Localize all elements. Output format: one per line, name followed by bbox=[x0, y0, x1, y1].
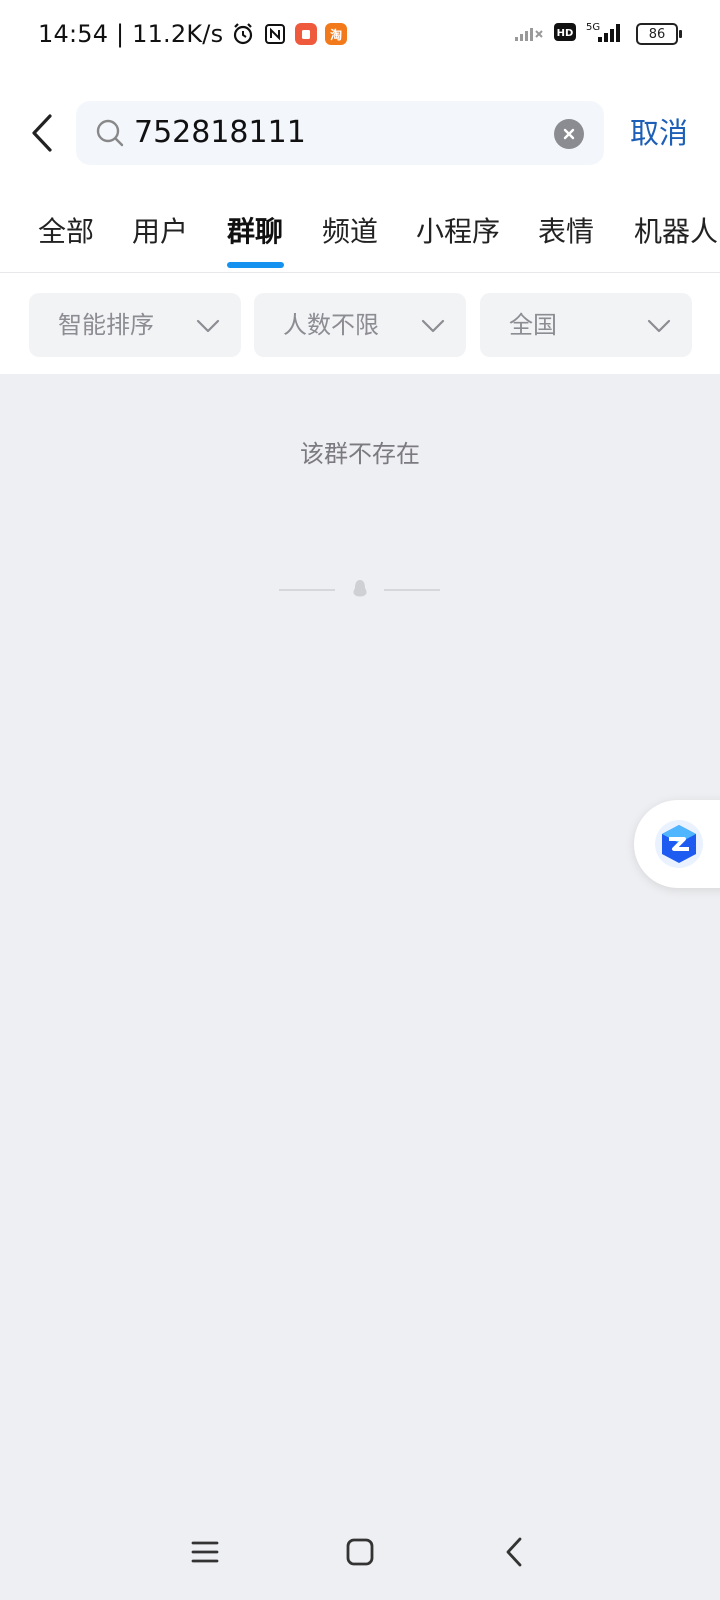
search-input[interactable] bbox=[134, 101, 534, 165]
end-divider-left bbox=[279, 589, 335, 591]
end-divider-right bbox=[384, 589, 440, 591]
tab-users[interactable]: 用户 bbox=[132, 210, 188, 250]
sort-filter-dropdown[interactable]: 智能排序 bbox=[29, 293, 241, 357]
tab-mini-programs[interactable]: 小程序 bbox=[416, 210, 500, 250]
status-left: 14:54 | 11.2K/s 淘 bbox=[38, 18, 348, 50]
chevron-down-icon bbox=[647, 319, 671, 333]
svg-text:5G: 5G bbox=[586, 22, 600, 33]
sort-filter-label: 智能排序 bbox=[58, 311, 154, 339]
search-icon bbox=[96, 119, 124, 147]
svg-text:HD: HD bbox=[557, 28, 574, 39]
status-right: HD 5G 86 bbox=[514, 20, 682, 48]
status-bar: 14:54 | 11.2K/s 淘 HD 5G 86 bbox=[0, 0, 720, 68]
tab-bots[interactable]: 机器人 bbox=[634, 210, 718, 250]
clear-search-button[interactable] bbox=[554, 119, 584, 149]
tab-stickers[interactable]: 表情 bbox=[538, 210, 594, 250]
system-navigation-bar bbox=[0, 1504, 720, 1600]
floating-assistant-button[interactable] bbox=[634, 800, 720, 888]
back-arrow-icon bbox=[32, 114, 52, 152]
cube-logo-icon bbox=[655, 820, 703, 868]
alarm-icon bbox=[231, 22, 255, 46]
chevron-down-icon bbox=[421, 319, 445, 333]
region-filter-dropdown[interactable]: 全国 bbox=[480, 293, 692, 357]
tab-channels[interactable]: 频道 bbox=[322, 210, 378, 250]
filter-bar: 智能排序 人数不限 全国 bbox=[0, 273, 720, 374]
close-icon bbox=[563, 128, 575, 140]
signal-weak-icon bbox=[514, 21, 544, 47]
recent-apps-button[interactable] bbox=[181, 1528, 229, 1576]
search-results-area: 该群不存在 bbox=[0, 374, 720, 1504]
5g-signal-icon: 5G bbox=[586, 20, 626, 48]
empty-result-message: 该群不存在 bbox=[300, 440, 420, 468]
search-box[interactable] bbox=[76, 101, 604, 165]
search-header: 取消 bbox=[0, 68, 720, 196]
battery-icon: 86 bbox=[636, 23, 682, 45]
battery-level: 86 bbox=[648, 26, 666, 42]
active-tab-indicator bbox=[227, 262, 284, 268]
member-count-filter-label: 人数不限 bbox=[283, 311, 379, 339]
back-chevron-icon bbox=[506, 1537, 522, 1567]
nfc-icon bbox=[263, 22, 287, 46]
tab-all[interactable]: 全部 bbox=[38, 210, 94, 250]
home-square-icon bbox=[346, 1538, 374, 1566]
search-category-tabs: 全部 用户 群聊 频道 小程序 表情 机器人 bbox=[0, 196, 720, 273]
system-back-button[interactable] bbox=[490, 1528, 538, 1576]
back-button[interactable] bbox=[22, 108, 62, 158]
chevron-down-icon bbox=[196, 319, 220, 333]
member-count-filter-dropdown[interactable]: 人数不限 bbox=[254, 293, 466, 357]
region-filter-label: 全国 bbox=[509, 311, 557, 339]
menu-icon bbox=[191, 1541, 219, 1563]
home-button[interactable] bbox=[336, 1528, 384, 1576]
app-badge-red-icon bbox=[295, 23, 318, 45]
tab-group-chats[interactable]: 群聊 bbox=[227, 210, 283, 250]
cancel-button[interactable]: 取消 bbox=[630, 101, 688, 165]
taobao-icon: 淘 bbox=[325, 23, 348, 45]
status-time-speed: 14:54 | 11.2K/s bbox=[38, 20, 224, 48]
hd-icon: HD bbox=[554, 23, 576, 45]
penguin-icon bbox=[353, 580, 367, 597]
